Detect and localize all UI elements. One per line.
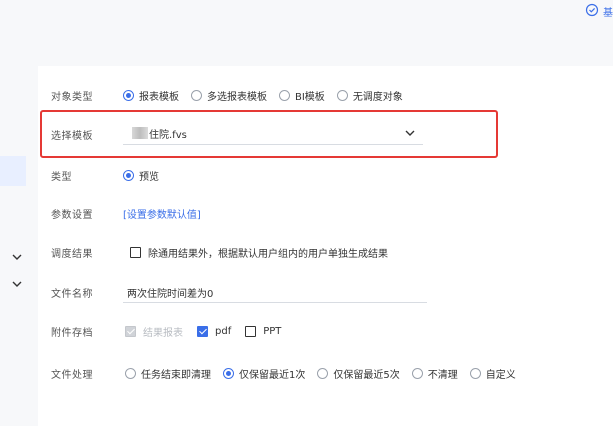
radio-label: 仅保留最近5次 — [333, 369, 400, 381]
radio-label: 无调度对象 — [352, 91, 403, 103]
chevron-down-icon[interactable] — [10, 250, 24, 264]
radio-dot — [336, 89, 348, 101]
schedule-result-control: 除通用结果外，根据默认用户组内的用户单独生成结果 — [130, 245, 402, 260]
attachment-label: 附件存档 — [51, 327, 93, 339]
checkbox-label: 结果报表 — [143, 327, 183, 339]
type-row: 类型 预览 — [38, 163, 613, 187]
radio-label: 不清理 — [427, 369, 458, 381]
radio-report-template[interactable]: 报表模板 — [123, 88, 179, 103]
radio-label: 报表模板 — [139, 91, 179, 103]
schedule-result-row: 调度结果 除通用结果外，根据默认用户组内的用户单独生成结果 — [38, 240, 613, 264]
radio-keep-last-1[interactable]: 仅保留最近1次 — [223, 366, 305, 381]
radio-multi-report-template[interactable]: 多选报表模板 — [191, 88, 267, 103]
params-row: 参数设置 [设置参数默认值] — [38, 201, 613, 225]
radio-preview[interactable]: 预览 — [123, 168, 159, 183]
result-report-checkbox[interactable]: 结果报表 — [125, 324, 183, 339]
template-value: 住院.fvs — [149, 129, 187, 141]
checkbox-box — [130, 246, 141, 258]
radio-label: 任务结束即清理 — [141, 369, 211, 381]
radio-keep-last-5[interactable]: 仅保留最近5次 — [317, 366, 400, 381]
chevron-down-icon — [403, 126, 417, 140]
radio-dot — [279, 89, 290, 101]
set-param-defaults-link[interactable]: [设置参数默认值] — [123, 206, 201, 221]
radio-label: BI模板 — [295, 91, 325, 103]
file-handling-radio-group: 任务结束即清理 仅保留最近1次 仅保留最近5次 不清理 自定义 — [125, 366, 528, 381]
radio-bi-template[interactable]: BI模板 — [279, 88, 325, 103]
radio-dot — [469, 367, 481, 379]
object-type-row: 对象类型 报表模板 多选报表模板 BI模板 无调度对象 — [38, 83, 613, 107]
radio-no-clean[interactable]: 不清理 — [411, 366, 458, 381]
radio-dot — [223, 367, 234, 379]
split-by-user-checkbox[interactable]: 除通用结果外，根据默认用户组内的用户单独生成结果 — [130, 245, 388, 260]
object-type-radio-group: 报表模板 多选报表模板 BI模板 无调度对象 — [123, 88, 415, 103]
radio-dot — [123, 169, 134, 181]
radio-custom[interactable]: 自定义 — [469, 366, 516, 381]
radio-label: 仅保留最近1次 — [239, 369, 306, 381]
type-radio-group: 预览 — [123, 168, 171, 183]
file-handling-row: 文件处理 任务结束即清理 仅保留最近1次 仅保留最近5次 不清理 自定义 — [38, 361, 613, 385]
attachment-checkbox-group: 结果报表 pdf PPT — [125, 324, 295, 339]
checkbox-box — [197, 325, 208, 337]
template-label: 选择模板 — [51, 130, 93, 142]
type-label: 类型 — [51, 171, 72, 183]
file-name-label: 文件名称 — [51, 288, 93, 300]
radio-dot — [317, 367, 329, 379]
object-type-label: 对象类型 — [51, 91, 93, 103]
left-gutter — [0, 0, 38, 426]
attachment-row: 附件存档 结果报表 pdf PPT — [38, 319, 613, 343]
radio-no-schedule-object[interactable]: 无调度对象 — [336, 88, 403, 103]
radio-dot — [125, 367, 136, 379]
checkbox-label: 除通用结果外，根据默认用户组内的用户单独生成结果 — [148, 248, 388, 260]
top-action-label: 基 — [603, 7, 613, 19]
schedule-result-label: 调度结果 — [51, 248, 93, 260]
radio-label: 自定义 — [485, 369, 516, 381]
checkbox-box — [125, 325, 136, 337]
redacted-text — [132, 127, 148, 139]
radio-dot — [411, 367, 423, 379]
radio-label: 多选报表模板 — [207, 91, 267, 103]
params-label: 参数设置 — [51, 209, 93, 221]
checkbox-box — [245, 325, 257, 337]
checkbox-label: pdf — [215, 325, 232, 337]
top-action-button[interactable]: 基 — [585, 2, 613, 20]
file-name-input[interactable] — [123, 282, 427, 303]
radio-label: 预览 — [139, 171, 159, 183]
template-select[interactable]: 住院.fvs — [123, 122, 423, 145]
pdf-checkbox[interactable]: pdf — [197, 325, 232, 337]
check-circle-icon — [585, 3, 599, 20]
checkbox-label: PPT — [263, 325, 282, 337]
top-bar: 基 — [38, 0, 613, 66]
radio-dot — [123, 89, 134, 101]
ppt-checkbox[interactable]: PPT — [245, 325, 282, 337]
radio-clean-on-finish[interactable]: 任务结束即清理 — [125, 366, 211, 381]
params-control: [设置参数默认值] — [123, 206, 201, 221]
chevron-down-icon[interactable] — [10, 277, 24, 291]
radio-dot — [191, 89, 202, 101]
file-handling-label: 文件处理 — [51, 369, 93, 381]
gutter-active-item[interactable] — [0, 156, 26, 186]
